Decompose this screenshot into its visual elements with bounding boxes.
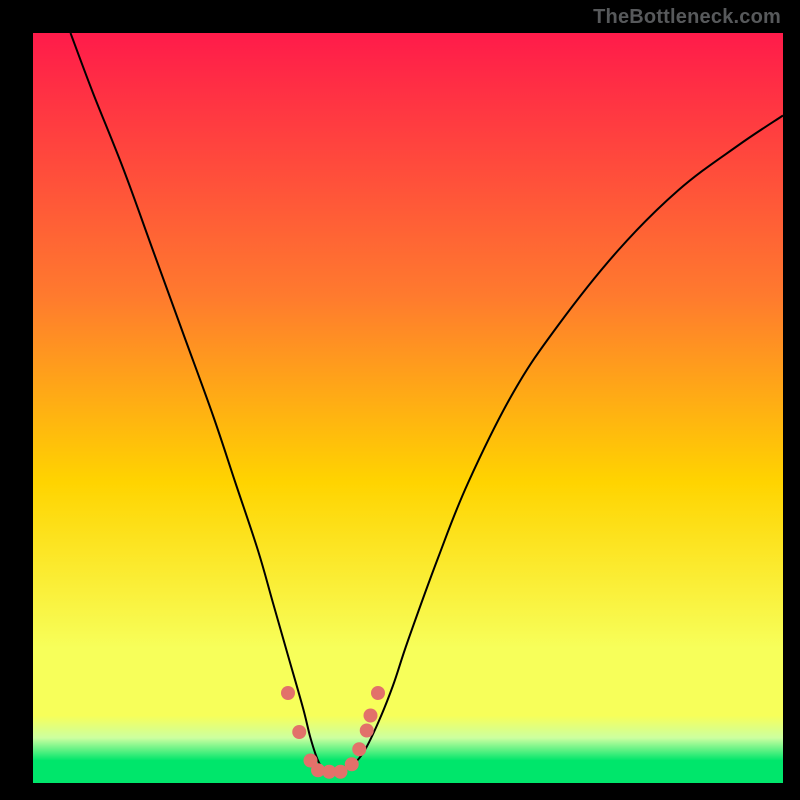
bottleneck-curve (71, 33, 784, 773)
highlight-marker (364, 709, 378, 723)
watermark-text: TheBottleneck.com (593, 6, 781, 29)
chart-svg (33, 33, 783, 783)
highlight-marker (371, 686, 385, 700)
plot-area (33, 33, 783, 783)
highlight-marker (352, 742, 366, 756)
highlight-marker (360, 724, 374, 738)
outer-frame: TheBottleneck.com (0, 0, 800, 800)
highlight-marker (345, 757, 359, 771)
highlight-marker (292, 725, 306, 739)
highlight-marker (281, 686, 295, 700)
